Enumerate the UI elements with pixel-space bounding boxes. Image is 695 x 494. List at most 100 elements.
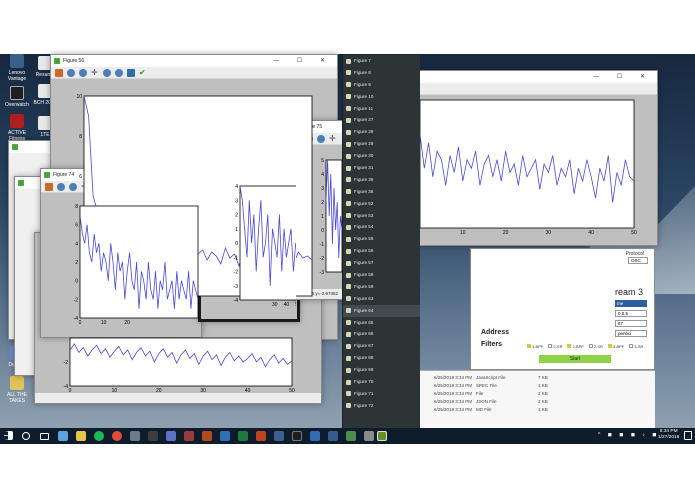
pan-icon[interactable]: ✛: [81, 183, 89, 191]
desktop-icon-1[interactable]: Overwatch: [2, 86, 32, 108]
home-icon[interactable]: [55, 69, 63, 77]
start-icon[interactable]: [4, 431, 13, 440]
spotify-icon[interactable]: [94, 431, 104, 441]
powerpoint-icon[interactable]: [256, 431, 266, 441]
figure-list-item[interactable]: Figure 28: [343, 126, 420, 138]
figure-window-74[interactable]: Figure 74 ✛ ✔: [40, 168, 202, 338]
figure-list-item[interactable]: Figure 31: [343, 162, 420, 174]
home-icon[interactable]: [45, 183, 53, 191]
figure-list-item[interactable]: Figure 8: [343, 67, 420, 79]
task-view-icon[interactable]: [40, 433, 49, 440]
figure-list-item[interactable]: Figure 57: [343, 257, 420, 269]
filter-5[interactable]: 3-BPF: [607, 344, 624, 349]
home-icon[interactable]: [205, 159, 213, 167]
back-icon[interactable]: [67, 69, 75, 77]
app-icon[interactable]: [202, 431, 212, 441]
chrome-icon[interactable]: [112, 431, 122, 441]
figure-list-item[interactable]: Figure 10: [343, 91, 420, 103]
configure-icon[interactable]: [105, 183, 113, 191]
desktop-icon-2[interactable]: ACTIVE Fitness: [2, 114, 32, 142]
desktop-icon-8[interactable]: ALL THE TAKES: [2, 376, 32, 404]
back-icon[interactable]: [217, 159, 225, 167]
figure-list-item[interactable]: Figure 52: [343, 198, 420, 210]
figure-list-item[interactable]: Figure 65: [343, 317, 420, 329]
name-field[interactable]: me: [615, 300, 647, 307]
host-field[interactable]: penbci: [615, 330, 647, 337]
protocol-select[interactable]: OSC: [628, 257, 648, 264]
zoom-icon[interactable]: [103, 69, 111, 77]
figure-list-item[interactable]: Figure 27: [343, 114, 420, 126]
zoom-icon[interactable]: [253, 159, 261, 167]
figure-list-item[interactable]: Figure 72: [343, 400, 420, 412]
figure-window-71[interactable]: Figure 71 ✛: [198, 142, 300, 322]
figure-list-item[interactable]: Figure 59: [343, 281, 420, 293]
home-icon[interactable]: [293, 135, 301, 143]
configure-icon[interactable]: [115, 69, 123, 77]
app-icon[interactable]: [310, 431, 320, 441]
forward-icon[interactable]: [229, 159, 237, 167]
figure-list-item[interactable]: Figure 69: [343, 364, 420, 376]
app-icon[interactable]: [166, 431, 176, 441]
app-icon[interactable]: [130, 431, 140, 441]
search-icon[interactable]: [22, 432, 30, 440]
forward-icon[interactable]: [69, 183, 77, 191]
file-explorer-icon[interactable]: [76, 431, 86, 441]
filter-1[interactable]: 1-BPF: [527, 344, 543, 349]
figure-list-item[interactable]: Figure 58: [343, 269, 420, 281]
app-icon[interactable]: [346, 431, 356, 441]
app-icon[interactable]: [328, 431, 338, 441]
terminal-icon[interactable]: [292, 431, 302, 441]
app-icon[interactable]: [184, 431, 194, 441]
word-icon[interactable]: [220, 431, 230, 441]
figure-list-item[interactable]: Figure 9: [343, 79, 420, 91]
figure-list-item[interactable]: Figure 11: [343, 103, 420, 115]
figure-window-right[interactable]: — ☐ ✕ ✔: [380, 70, 658, 246]
figure-list-item[interactable]: Figure 35: [343, 174, 420, 186]
excel-icon[interactable]: [238, 431, 248, 441]
figure-list-item[interactable]: Figure 36: [343, 186, 420, 198]
figure-list-item[interactable]: Figure 30: [343, 150, 420, 162]
figure-list-item[interactable]: Figure 64: [343, 304, 420, 317]
desktop-icon-0[interactable]: Lenovo Vantage: [2, 54, 32, 82]
figure-list-item[interactable]: Figure 7: [343, 55, 420, 67]
edge-icon[interactable]: [58, 431, 68, 441]
figure-list-item[interactable]: Figure 66: [343, 328, 420, 340]
start-button[interactable]: Start: [539, 355, 611, 363]
figure-list-item[interactable]: Figure 68: [343, 352, 420, 364]
notifications-icon[interactable]: [684, 431, 692, 440]
clock[interactable]: 5:34 PM 1/27/2018: [658, 429, 679, 441]
app-icon[interactable]: [148, 431, 158, 441]
figure-list-item[interactable]: Figure 29: [343, 138, 420, 150]
system-tray-icons[interactable]: ^ ◼ ◼ ◼ ♪ ◼: [598, 432, 659, 438]
figure-list-item[interactable]: Figure 56: [343, 245, 420, 257]
save-icon[interactable]: [127, 69, 135, 77]
filter-3[interactable]: 2-BPF: [567, 344, 584, 349]
figure-list-item[interactable]: Figure 71: [343, 388, 420, 400]
figure-list-item[interactable]: Figure 70: [343, 376, 420, 388]
app-icon[interactable]: [274, 431, 284, 441]
check-icon[interactable]: ✔: [139, 69, 147, 77]
check-icon[interactable]: ✔: [129, 183, 137, 191]
configure-icon[interactable]: [265, 159, 273, 167]
figure-list-item[interactable]: Figure 54: [343, 221, 420, 233]
forward-icon[interactable]: [317, 135, 325, 143]
figure-list-item[interactable]: Figure 67: [343, 340, 420, 352]
figure-list-item[interactable]: Figure 55: [343, 233, 420, 245]
pan-icon[interactable]: ✛: [241, 159, 249, 167]
pan-icon[interactable]: ✛: [329, 135, 337, 143]
back-icon[interactable]: [305, 135, 313, 143]
filter-6[interactable]: 3-SR: [629, 344, 643, 349]
port-field[interactable]: 67: [615, 320, 647, 327]
figure-list-item[interactable]: Figure 63: [343, 293, 420, 305]
figure-window-75[interactable]: Figure 75 ✛ x=18.8516 y=-2.97362: [288, 120, 344, 300]
zoom-icon[interactable]: [93, 183, 101, 191]
python-icon[interactable]: [377, 431, 387, 441]
filter-4[interactable]: 2-SR: [588, 344, 603, 349]
app-icon[interactable]: [364, 431, 374, 441]
pan-icon[interactable]: ✛: [91, 69, 99, 77]
filter-2[interactable]: 2-SR: [548, 344, 562, 349]
window-controls[interactable]: — ☐ ✕: [593, 71, 653, 83]
save-icon[interactable]: [117, 183, 125, 191]
forward-icon[interactable]: [79, 69, 87, 77]
figure-list-item[interactable]: Figure 53: [343, 210, 420, 222]
